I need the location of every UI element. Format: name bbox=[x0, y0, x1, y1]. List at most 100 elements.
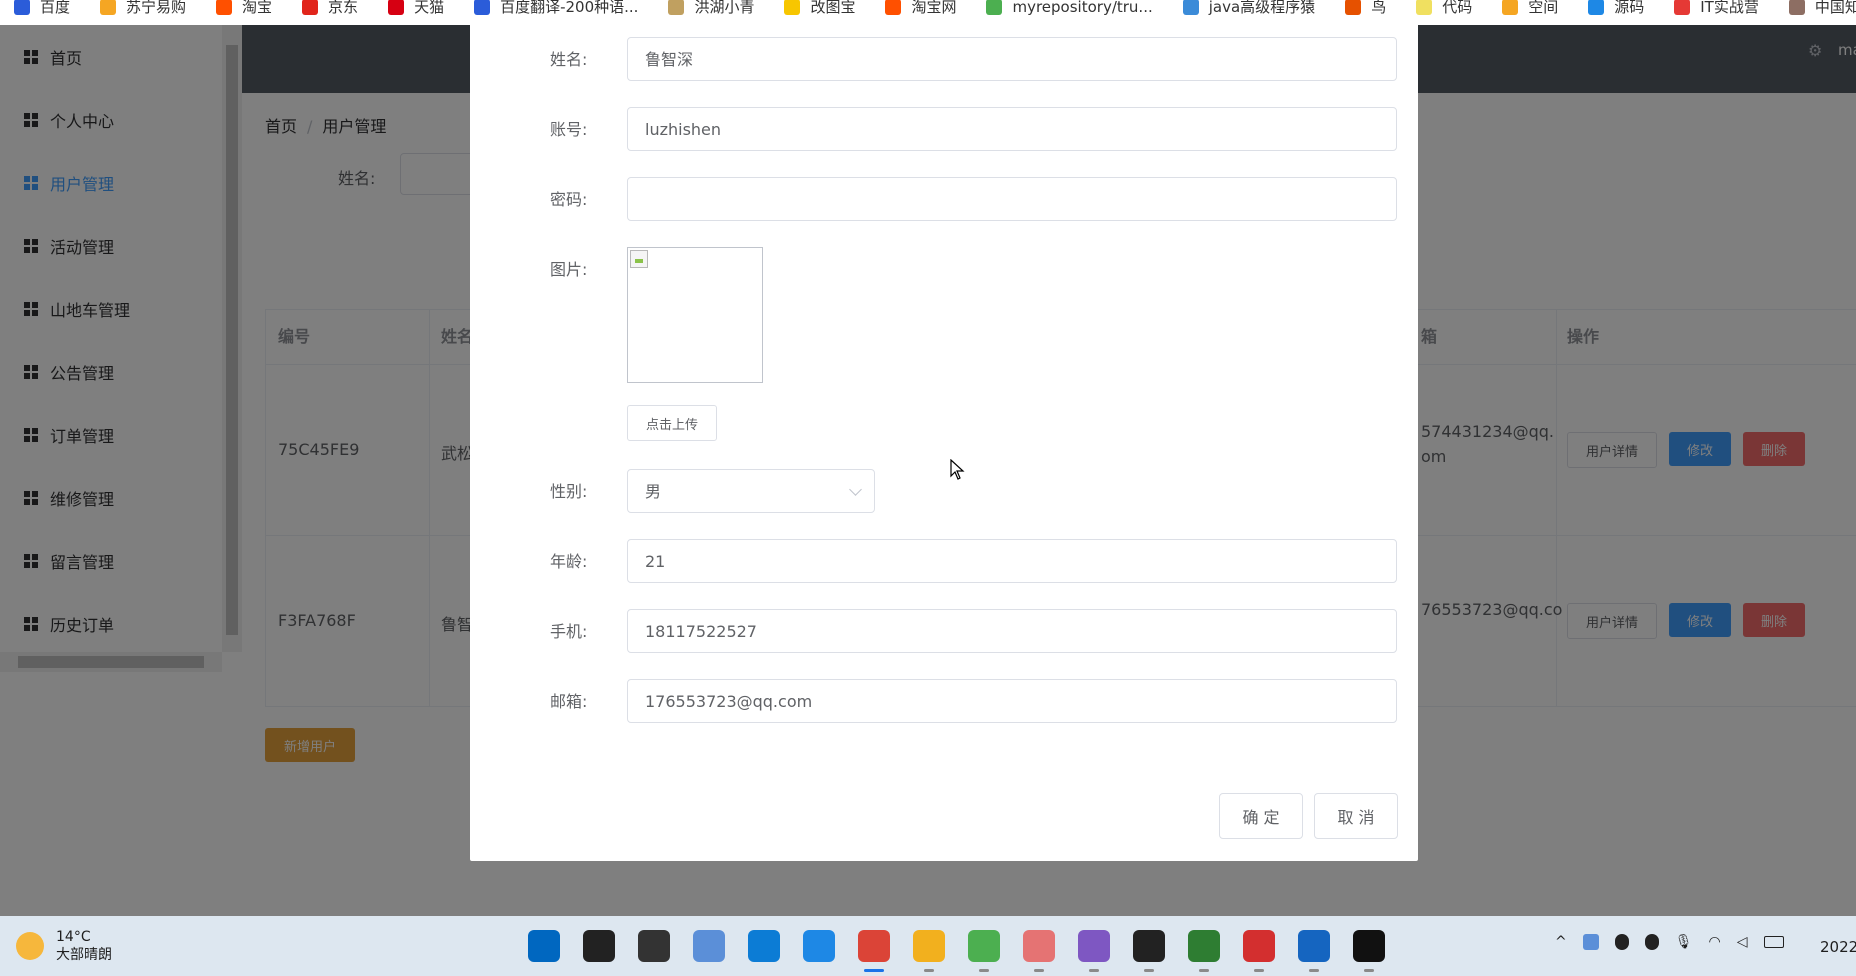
bookmark-label: 百度翻译-200种语... bbox=[500, 0, 639, 16]
bookmark-item[interactable]: java高级程序猿 bbox=[1182, 0, 1316, 17]
bookmark-item[interactable]: 京东 bbox=[302, 0, 358, 17]
account-label: 账号: bbox=[550, 120, 588, 139]
bookmark-label: 苏宁易购 bbox=[126, 0, 187, 16]
password-input[interactable] bbox=[627, 177, 1397, 221]
edge-icon[interactable] bbox=[748, 930, 780, 962]
weather-temperature: 14°C bbox=[56, 929, 91, 945]
image-preview bbox=[627, 247, 763, 383]
bookmark-label: 代码 bbox=[1442, 0, 1473, 16]
bookmark-item[interactable]: 洪湖小青 bbox=[668, 0, 754, 17]
bookmark-item[interactable]: 源码 bbox=[1588, 0, 1644, 17]
weather-sun-icon bbox=[16, 932, 44, 960]
form-row-image: 图片: bbox=[470, 247, 1418, 293]
email-label: 邮箱: bbox=[550, 692, 588, 711]
form-row-password: 密码: bbox=[470, 177, 1418, 223]
task-view-icon[interactable] bbox=[638, 930, 670, 962]
bookmark-label: 京东 bbox=[328, 0, 359, 16]
image-label: 图片: bbox=[550, 260, 588, 279]
intellij-icon[interactable] bbox=[1133, 930, 1165, 972]
bookmark-item[interactable]: 代码 bbox=[1416, 0, 1472, 17]
form-row-phone: 手机: 18117522527 bbox=[470, 609, 1418, 655]
bookmark-label: 天猫 bbox=[414, 0, 445, 16]
upload-button[interactable]: 点击上传 bbox=[627, 405, 717, 441]
bookmark-label: 改图宝 bbox=[810, 0, 856, 16]
terminal-icon[interactable] bbox=[1353, 930, 1385, 972]
qq-icon[interactable] bbox=[1644, 934, 1659, 950]
bookmark-label: 空间 bbox=[1528, 0, 1559, 16]
bookmark-item[interactable]: 改图宝 bbox=[784, 0, 855, 17]
ie-icon[interactable] bbox=[803, 930, 835, 962]
chevron-down-icon bbox=[849, 483, 862, 496]
search-icon[interactable] bbox=[583, 930, 615, 962]
edit-user-dialog: 姓名: 鲁智深 账号: luzhishen 密码: 图片: 点击上传 性别: 男… bbox=[470, 25, 1418, 861]
form-row-account: 账号: luzhishen bbox=[470, 107, 1418, 153]
bookmark-icon bbox=[474, 0, 491, 15]
bookmark-icon bbox=[1788, 0, 1805, 15]
phone-label: 手机: bbox=[550, 622, 588, 641]
bookmark-icon bbox=[14, 0, 30, 15]
cancel-button[interactable]: 取 消 bbox=[1314, 793, 1398, 839]
volume-icon[interactable]: ◁ bbox=[1737, 934, 1748, 950]
bookmark-label: 洪湖小青 bbox=[694, 0, 755, 16]
bookmark-icon bbox=[1416, 0, 1433, 15]
bookmark-label: 源码 bbox=[1614, 0, 1645, 16]
broken-image-icon bbox=[630, 250, 648, 268]
chrome-icon[interactable] bbox=[858, 930, 890, 972]
windows-start-icon[interactable] bbox=[528, 930, 560, 962]
app-icon-4[interactable] bbox=[1078, 930, 1110, 972]
bookmark-icon bbox=[1502, 0, 1519, 15]
bookmark-item[interactable]: 百度翻译-200种语... bbox=[474, 0, 638, 17]
bookmark-item[interactable]: 淘宝 bbox=[216, 0, 272, 17]
tray-app-icon[interactable] bbox=[1582, 934, 1599, 950]
bookmark-label: 鸟 bbox=[1371, 0, 1387, 16]
system-clock[interactable]: 2022/ bbox=[1820, 938, 1856, 956]
bookmark-label: IT实战营 bbox=[1700, 0, 1759, 16]
bookmark-label: myrepository/tru... bbox=[1012, 0, 1153, 16]
bookmark-item[interactable]: 中国知网 bbox=[1788, 0, 1856, 17]
chevron-up-icon[interactable]: ^ bbox=[1555, 934, 1567, 950]
wps-icon[interactable] bbox=[1243, 930, 1275, 972]
bookmark-item[interactable]: 鸟 bbox=[1345, 0, 1386, 17]
account-input[interactable]: luzhishen bbox=[627, 107, 1397, 151]
wifi-icon[interactable]: ◠ bbox=[1709, 934, 1721, 950]
bookmark-icon bbox=[668, 0, 685, 15]
app-icon[interactable] bbox=[693, 930, 725, 962]
name-input[interactable]: 鲁智深 bbox=[627, 37, 1397, 81]
windows-taskbar: 14°C 大部晴朗 ^ 🎙 ◠ ◁ 2022/ bbox=[0, 916, 1856, 976]
app-icon-2[interactable] bbox=[968, 930, 1000, 972]
phone-input[interactable]: 18117522527 bbox=[627, 609, 1397, 653]
hbuilder-icon[interactable] bbox=[1188, 930, 1220, 972]
bookmark-item[interactable]: IT实战营 bbox=[1674, 0, 1759, 17]
gender-label: 性别: bbox=[550, 482, 588, 501]
confirm-button[interactable]: 确 定 bbox=[1219, 793, 1303, 839]
bookmark-item[interactable]: 淘宝网 bbox=[885, 0, 956, 17]
system-tray: ^ 🎙 ◠ ◁ bbox=[1555, 934, 1800, 950]
bookmark-item[interactable]: 天猫 bbox=[388, 0, 444, 17]
microphone-icon[interactable]: 🎙 bbox=[1675, 934, 1693, 950]
gender-select[interactable]: 男 bbox=[627, 469, 875, 513]
bookmark-label: 淘宝 bbox=[242, 0, 273, 16]
battery-icon[interactable] bbox=[1763, 936, 1784, 948]
email-input[interactable]: 176553723@qq.com bbox=[627, 679, 1397, 723]
bookmark-label: 淘宝网 bbox=[911, 0, 957, 16]
app-icon-3[interactable] bbox=[1023, 930, 1055, 972]
bookmark-item[interactable]: 百度 bbox=[14, 0, 70, 17]
form-row-email: 邮箱: 176553723@qq.com bbox=[470, 679, 1418, 725]
bookmark-icon bbox=[986, 0, 1003, 15]
file-explorer-icon[interactable] bbox=[913, 930, 945, 972]
bookmark-icon bbox=[1345, 0, 1362, 15]
bookmark-icon bbox=[388, 0, 405, 15]
bookmark-item[interactable]: 苏宁易购 bbox=[100, 0, 186, 17]
bookmark-label: java高级程序猿 bbox=[1208, 0, 1316, 16]
age-input[interactable]: 21 bbox=[627, 539, 1397, 583]
weather-widget[interactable]: 14°C 大部晴朗 bbox=[16, 928, 112, 964]
bookmark-icon bbox=[216, 0, 233, 15]
bookmark-item[interactable]: myrepository/tru... bbox=[986, 0, 1153, 16]
notepad-icon[interactable] bbox=[1298, 930, 1330, 972]
age-label: 年龄: bbox=[550, 552, 588, 571]
bookmark-label: 中国知网 bbox=[1814, 0, 1856, 16]
bookmarks-bar: 百度 苏宁易购 淘宝 京东 天猫 百度翻译-200种语... 洪湖小青 改图宝 淘宝网 myrep… bbox=[0, 0, 1856, 25]
bookmark-item[interactable]: 空间 bbox=[1502, 0, 1558, 17]
qq-icon[interactable] bbox=[1614, 934, 1629, 950]
bookmark-icon bbox=[1182, 0, 1199, 15]
